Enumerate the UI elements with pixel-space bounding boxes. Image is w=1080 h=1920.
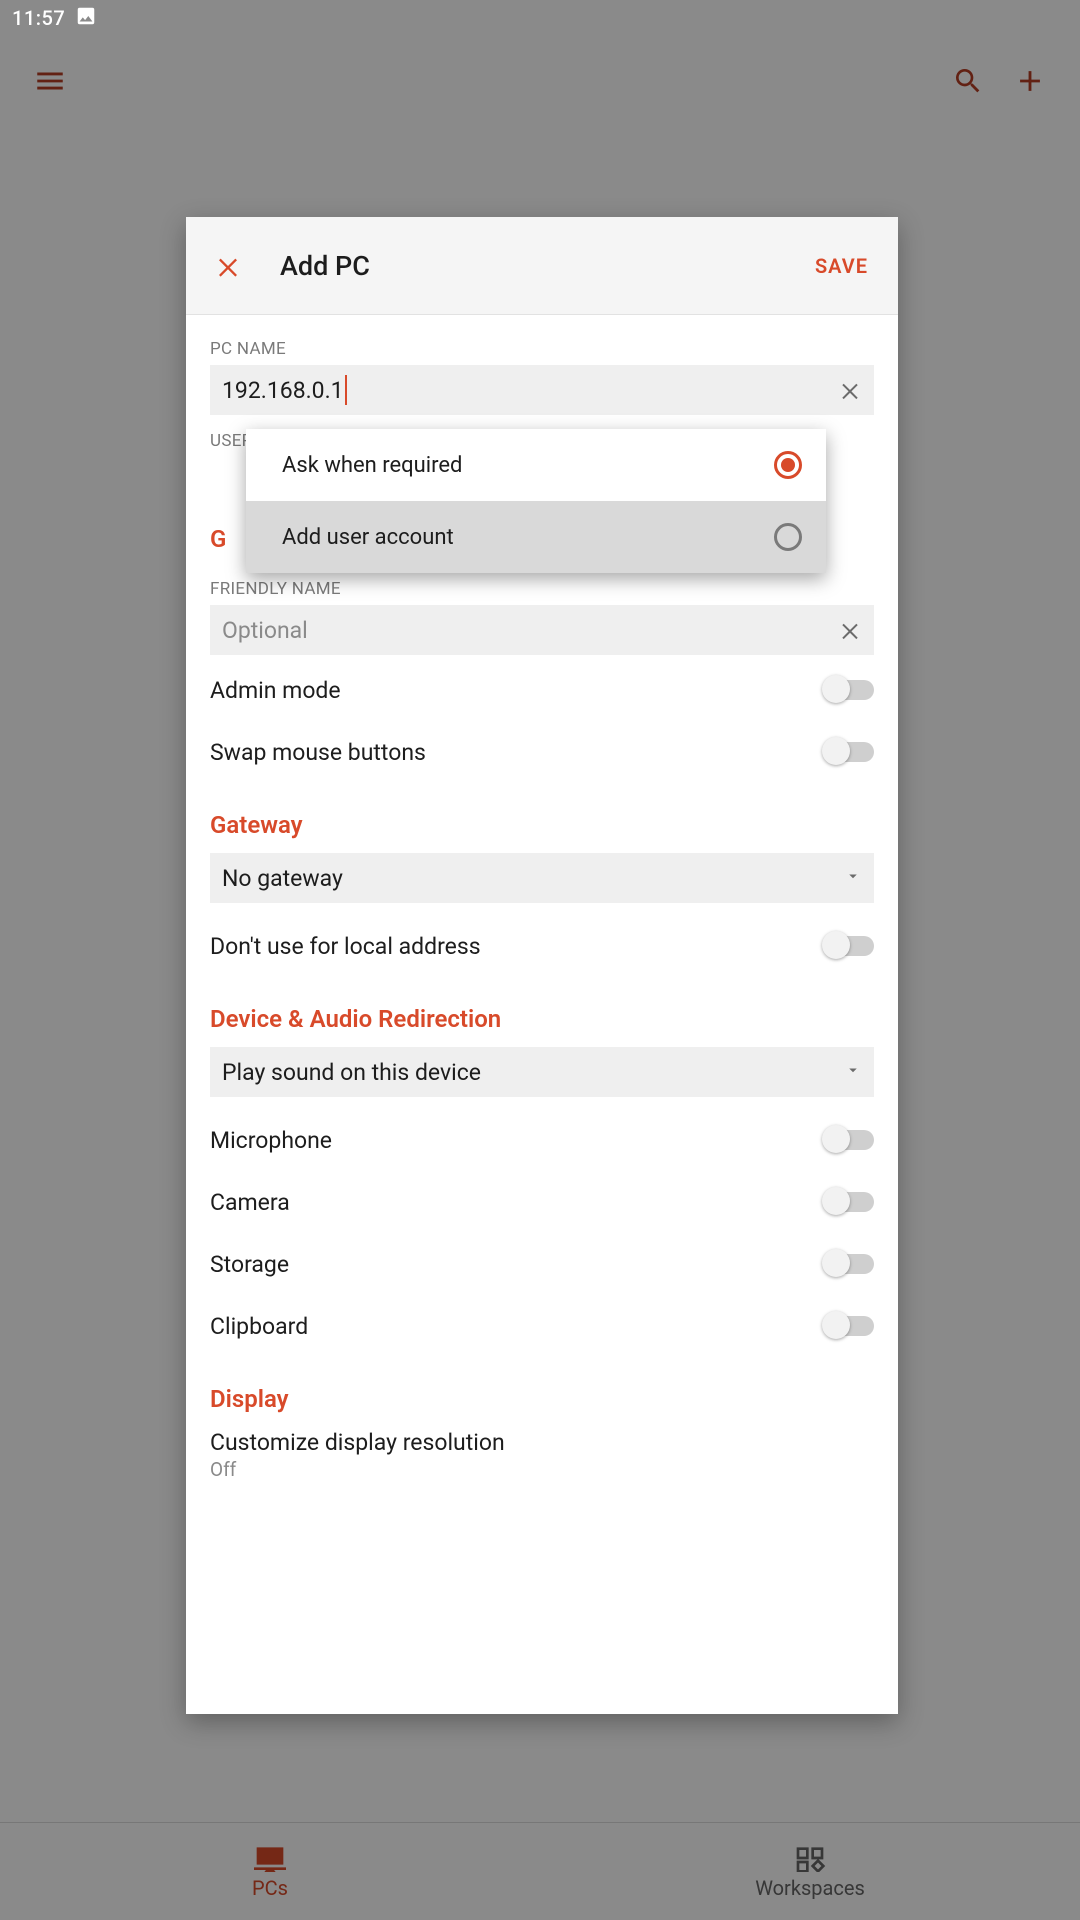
toggle-camera[interactable]: Camera	[210, 1171, 874, 1233]
user-account-popup: Ask when required Add user account	[246, 429, 826, 573]
toggle-clipboard[interactable]: Clipboard	[210, 1295, 874, 1357]
friendly-name-input[interactable]: Optional	[210, 605, 874, 655]
toggle-label: Microphone	[210, 1127, 332, 1154]
toggle-label: Camera	[210, 1189, 290, 1216]
dialog-body: PC NAME 192.168.0.1 USER ACCOUNT G Ask w…	[186, 315, 898, 1714]
option-label: Add user account	[282, 525, 454, 550]
general-section-header: G	[210, 525, 226, 553]
switch-icon	[824, 1192, 874, 1212]
status-bar: 11:57	[0, 0, 1080, 36]
toggle-label: Don't use for local address	[210, 933, 481, 960]
toggle-microphone[interactable]: Microphone	[210, 1109, 874, 1171]
audio-select[interactable]: Play sound on this device	[210, 1047, 874, 1097]
display-resolution-label: Customize display resolution	[210, 1429, 874, 1456]
friendly-name-field: FRIENDLY NAME Optional	[210, 579, 874, 655]
picture-icon	[75, 5, 97, 32]
toggle-no-local-address[interactable]: Don't use for local address	[210, 915, 874, 977]
option-add-user-account[interactable]: Add user account	[246, 501, 826, 573]
switch-icon	[824, 742, 874, 762]
toggle-admin-mode[interactable]: Admin mode	[210, 659, 874, 721]
gateway-select[interactable]: No gateway	[210, 853, 874, 903]
gateway-value: No gateway	[222, 865, 343, 892]
toggle-storage[interactable]: Storage	[210, 1233, 874, 1295]
dialog-title: Add PC	[280, 250, 370, 282]
toggle-label: Swap mouse buttons	[210, 739, 426, 766]
add-pc-dialog: Add PC SAVE PC NAME 192.168.0.1 USER ACC…	[186, 217, 898, 1714]
display-resolution-value: Off	[210, 1458, 874, 1481]
chevron-down-icon	[844, 867, 862, 889]
switch-icon	[824, 1316, 874, 1336]
pc-name-value: 192.168.0.1	[222, 377, 344, 404]
friendly-name-placeholder: Optional	[222, 617, 308, 644]
display-resolution-row[interactable]: Customize display resolution Off	[210, 1429, 874, 1481]
save-button[interactable]: SAVE	[809, 244, 874, 288]
pc-name-label: PC NAME	[210, 339, 874, 359]
friendly-name-label: FRIENDLY NAME	[210, 579, 874, 599]
switch-icon	[824, 1130, 874, 1150]
display-section-header: Display	[210, 1385, 874, 1413]
switch-icon	[824, 1254, 874, 1274]
toggle-label: Clipboard	[210, 1313, 308, 1340]
toggle-swap-mouse[interactable]: Swap mouse buttons	[210, 721, 874, 783]
audio-value: Play sound on this device	[222, 1059, 481, 1086]
close-icon[interactable]	[200, 238, 256, 294]
option-label: Ask when required	[282, 453, 462, 478]
status-clock: 11:57	[12, 6, 65, 30]
switch-icon	[824, 680, 874, 700]
toggle-label: Storage	[210, 1251, 289, 1278]
switch-icon	[824, 936, 874, 956]
radio-icon	[774, 523, 802, 551]
gateway-section-header: Gateway	[210, 811, 874, 839]
dialog-header: Add PC SAVE	[186, 217, 898, 315]
audio-section-header: Device & Audio Redirection	[210, 1005, 874, 1033]
clear-pc-name-icon[interactable]	[826, 366, 874, 414]
option-ask-when-required[interactable]: Ask when required	[246, 429, 826, 501]
clear-friendly-name-icon[interactable]	[826, 606, 874, 654]
pc-name-input[interactable]: 192.168.0.1	[210, 365, 874, 415]
toggle-label: Admin mode	[210, 677, 341, 704]
text-cursor	[345, 375, 347, 405]
radio-icon	[774, 451, 802, 479]
chevron-down-icon	[844, 1061, 862, 1083]
